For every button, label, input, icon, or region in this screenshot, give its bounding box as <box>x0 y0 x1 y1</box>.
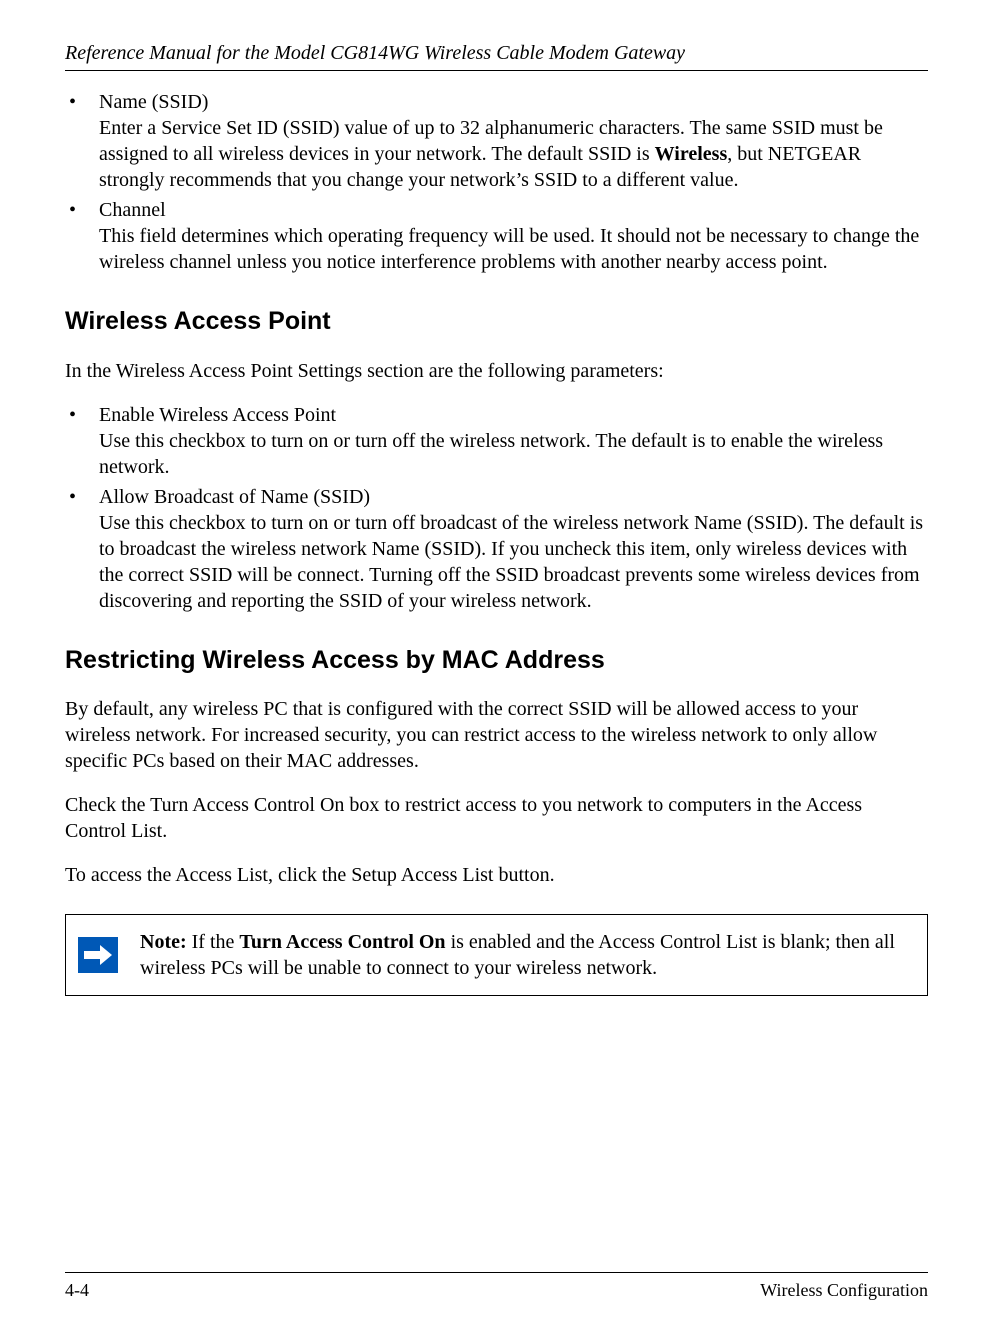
arrow-right-icon <box>78 937 118 973</box>
page-number: 4-4 <box>65 1279 89 1302</box>
item-body: Use this checkbox to turn on or turn off… <box>99 510 928 614</box>
intro-bullet-list: Name (SSID) Enter a Service Set ID (SSID… <box>65 89 928 275</box>
list-item: Channel This field determines which oper… <box>65 197 928 275</box>
list-item: Allow Broadcast of Name (SSID) Use this … <box>65 484 928 614</box>
list-item: Name (SSID) Enter a Service Set ID (SSID… <box>65 89 928 193</box>
page-body: Name (SSID) Enter a Service Set ID (SSID… <box>65 89 928 1272</box>
note-text: Note: If the Turn Access Control On is e… <box>140 929 915 981</box>
item-title: Channel <box>99 199 166 221</box>
body-strong: Wireless <box>655 143 728 165</box>
header-title: Reference Manual for the Model CG814WG W… <box>65 42 685 64</box>
item-title: Enable Wireless Access Point <box>99 404 336 426</box>
item-body: Enter a Service Set ID (SSID) value of u… <box>99 115 928 193</box>
item-title: Name (SSID) <box>99 91 208 113</box>
item-body: Use this checkbox to turn on or turn off… <box>99 428 928 480</box>
list-item: Enable Wireless Access Point Use this ch… <box>65 402 928 480</box>
note-pre: If the <box>192 931 240 953</box>
note-strong: Turn Access Control On <box>239 931 445 953</box>
item-title: Allow Broadcast of Name (SSID) <box>99 486 370 508</box>
body-paragraph: Check the Turn Access Control On box to … <box>65 792 928 844</box>
note-callout: Note: If the Turn Access Control On is e… <box>65 914 928 996</box>
running-header: Reference Manual for the Model CG814WG W… <box>65 40 928 71</box>
section-heading-mac-restrict: Restricting Wireless Access by MAC Addre… <box>65 644 928 677</box>
item-body: This field determines which operating fr… <box>99 223 928 275</box>
body-paragraph: To access the Access List, click the Set… <box>65 862 928 888</box>
note-label: Note: <box>140 931 192 953</box>
section-intro: In the Wireless Access Point Settings se… <box>65 358 928 384</box>
wireless-ap-list: Enable Wireless Access Point Use this ch… <box>65 402 928 614</box>
section-heading-wireless-ap: Wireless Access Point <box>65 305 928 338</box>
footer-section-label: Wireless Configuration <box>760 1279 928 1302</box>
body-paragraph: By default, any wireless PC that is conf… <box>65 696 928 774</box>
page-footer: 4-4 Wireless Configuration <box>65 1272 928 1302</box>
